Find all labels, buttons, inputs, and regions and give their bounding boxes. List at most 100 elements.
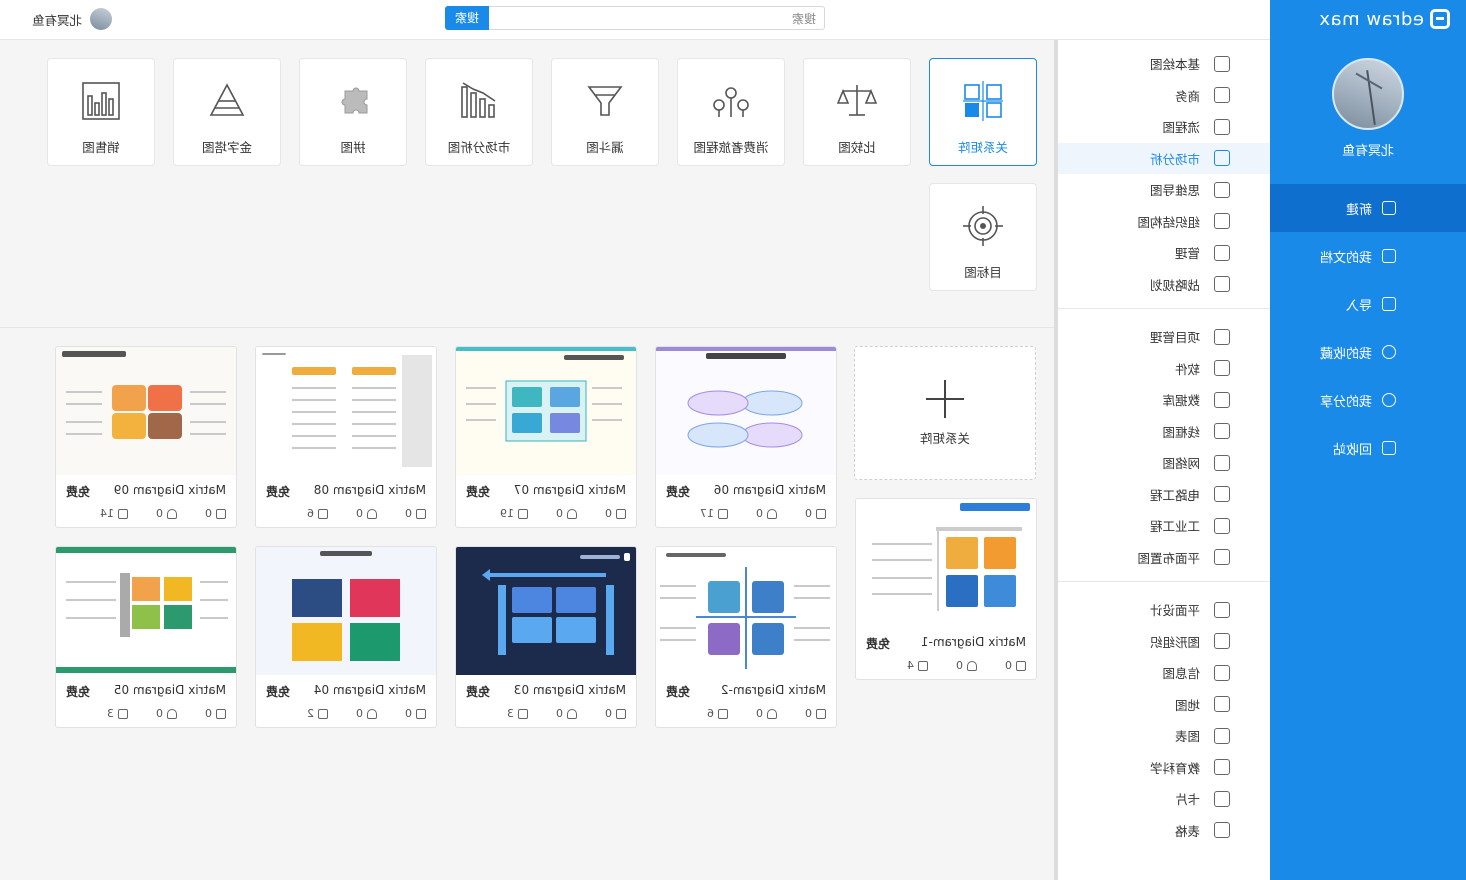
template-card[interactable]: Matrix Diagram 06 免费 0 0 17	[655, 346, 837, 528]
template-thumbnail[interactable]	[456, 347, 636, 475]
category-item[interactable]: 组织结构图	[1058, 206, 1270, 238]
type-tile[interactable]: 消费者旅程图	[677, 58, 785, 166]
type-label: 金字塔图	[202, 140, 253, 155]
heart-icon[interactable]	[767, 708, 777, 719]
top-user[interactable]: 北冥有鱼	[32, 8, 112, 30]
heart-icon[interactable]	[767, 508, 777, 519]
new-blank-template[interactable]: 关系矩阵	[854, 346, 1036, 480]
type-tile[interactable]: 销售图	[47, 58, 155, 166]
category-item[interactable]: 思维导图	[1058, 174, 1270, 206]
category-item[interactable]: 平面布置图	[1058, 542, 1270, 574]
category-item[interactable]: 管理	[1058, 237, 1270, 269]
type-tile[interactable]: 金字塔图	[173, 58, 281, 166]
nav-item-documents[interactable]: 我的文档	[1270, 232, 1466, 280]
category-list: 基本绘图 商务 流程图 市场分析 思维导图 组织结构图 管理 战略规划 项目管理 软件 数据库 线框…	[1058, 40, 1270, 880]
category-item[interactable]: 工业工程	[1058, 510, 1270, 542]
template-card[interactable]: Matrix Diagram-2 免费 0 0 6	[655, 546, 837, 728]
like-icon[interactable]	[416, 508, 426, 519]
category-item[interactable]: 基本绘图	[1058, 48, 1270, 80]
like-icon[interactable]	[816, 708, 826, 719]
search-input[interactable]: 搜索	[489, 10, 824, 27]
category-item[interactable]: 数据库	[1058, 384, 1270, 416]
like-icon[interactable]	[616, 508, 626, 519]
template-thumbnail[interactable]	[656, 347, 836, 475]
template-thumbnail[interactable]	[56, 347, 236, 475]
template-card[interactable]: Matrix Diagram 05 免费 0 0 3	[55, 546, 237, 728]
template-thumbnail[interactable]	[256, 547, 436, 675]
category-item[interactable]: 图表	[1058, 720, 1270, 752]
category-item[interactable]: 信息图	[1058, 657, 1270, 689]
category-item[interactable]: 市场分析	[1058, 142, 1270, 174]
copy-icon[interactable]	[718, 508, 728, 519]
category-item[interactable]: 教育科学	[1058, 752, 1270, 784]
like-icon[interactable]	[216, 508, 226, 519]
software-icon	[1214, 360, 1230, 377]
heart-icon[interactable]	[567, 708, 577, 719]
copy-icon[interactable]	[918, 660, 928, 671]
category-item[interactable]: 图形组织	[1058, 626, 1270, 658]
like-icon[interactable]	[816, 508, 826, 519]
copy-icon[interactable]	[518, 508, 528, 519]
category-item[interactable]: 项目管理	[1058, 321, 1270, 353]
copy-icon[interactable]	[518, 708, 528, 719]
copy-icon[interactable]	[118, 508, 128, 519]
category-item[interactable]: 卡片	[1058, 783, 1270, 815]
like-icon[interactable]	[1016, 660, 1026, 671]
heart-icon[interactable]	[367, 708, 377, 719]
template-thumbnail[interactable]	[256, 347, 436, 475]
heart-icon[interactable]	[967, 660, 977, 671]
category-item[interactable]: 电路工程	[1058, 479, 1270, 511]
search-button[interactable]: 搜索	[445, 5, 489, 30]
template-card[interactable]: Matrix Diagram 04 免费 0 0 2	[255, 546, 437, 728]
nav-item-import[interactable]: 导入	[1270, 280, 1466, 328]
like-icon[interactable]	[216, 708, 226, 719]
nav-item-trash[interactable]: 回收站	[1270, 424, 1466, 472]
template-card[interactable]: Matrix Diagram 08 免费 0 0 6	[255, 346, 437, 528]
nav-item-share[interactable]: 我的分享	[1270, 376, 1466, 424]
type-tile[interactable]: 比较图	[803, 58, 911, 166]
template-card[interactable]: Matrix Diagram 07 免费 0 0 19	[455, 346, 637, 528]
type-tile[interactable]: 目标图	[929, 183, 1037, 291]
template-thumbnail[interactable]	[656, 547, 836, 675]
category-item[interactable]: 地图	[1058, 689, 1270, 721]
heart-icon[interactable]	[367, 508, 377, 519]
avatar[interactable]	[90, 8, 112, 30]
template-card[interactable]: Matrix Diagram-1 免费 0 0 4	[855, 498, 1037, 680]
app-logo[interactable]: edraw max	[1319, 8, 1450, 30]
heart-icon[interactable]	[567, 508, 577, 519]
template-card[interactable]: Matrix Diagram 03 免费 0 0 3	[455, 546, 637, 728]
category-item[interactable]: 网络图	[1058, 447, 1270, 479]
copy-icon[interactable]	[318, 508, 328, 519]
template-card[interactable]: Matrix Diagram 09 免费 0 0 14	[55, 346, 237, 528]
template-thumbnail[interactable]	[56, 547, 236, 675]
heart-icon[interactable]	[167, 508, 177, 519]
template-thumbnail[interactable]	[456, 547, 636, 675]
user-avatar[interactable]	[1332, 58, 1404, 130]
copy-icon[interactable]	[718, 708, 728, 719]
like-icon[interactable]	[416, 708, 426, 719]
type-tile[interactable]: 关系矩阵	[929, 58, 1037, 166]
category-item[interactable]: 平面设计	[1058, 594, 1270, 626]
category-item[interactable]: 软件	[1058, 353, 1270, 385]
category-item[interactable]: 流程图	[1058, 111, 1270, 143]
category-item[interactable]: 战略规划	[1058, 269, 1270, 301]
heart-icon[interactable]	[167, 708, 177, 719]
category-item[interactable]: 线框图	[1058, 416, 1270, 448]
scrollbar[interactable]	[1054, 40, 1058, 880]
type-tile[interactable]: 市场分析图	[425, 58, 533, 166]
like-icon[interactable]	[616, 708, 626, 719]
nav-item-new[interactable]: 新建	[1270, 184, 1466, 232]
template-thumbnail[interactable]	[856, 499, 1036, 627]
copy-icon[interactable]	[318, 708, 328, 719]
plus-icon	[926, 380, 964, 418]
type-tile[interactable]: 拼图	[299, 58, 407, 166]
type-label: 销售图	[82, 140, 120, 155]
nav-item-favorites[interactable]: 我的收藏	[1270, 328, 1466, 376]
network-icon	[1214, 454, 1230, 471]
template-stats: 0 0 2	[307, 707, 426, 720]
copy-icon[interactable]	[118, 708, 128, 719]
category-item[interactable]: 表格	[1058, 815, 1270, 847]
copies-count: 3	[107, 707, 128, 720]
category-item[interactable]: 商务	[1058, 80, 1270, 112]
type-tile[interactable]: 漏斗图	[551, 58, 659, 166]
